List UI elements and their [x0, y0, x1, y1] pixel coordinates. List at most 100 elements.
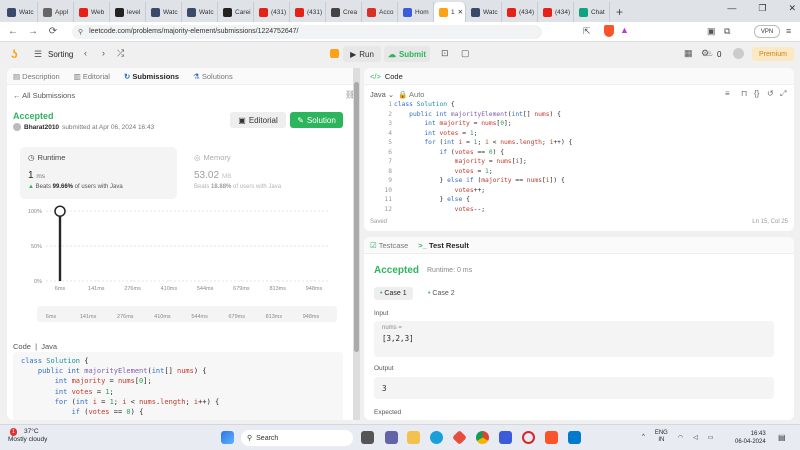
browser-tab[interactable]: Watc: [182, 2, 218, 22]
editor-code[interactable]: class Solution { public int majorityElem…: [394, 100, 572, 214]
wallet-icon[interactable]: ≡: [786, 26, 791, 36]
code-line[interactable]: votes--;: [394, 205, 572, 215]
reset-icon[interactable]: ↺: [767, 89, 774, 98]
fire-icon[interactable]: ♨: [706, 49, 713, 58]
notes-icon[interactable]: ⊡: [441, 48, 449, 59]
browser-tab[interactable]: 1 ✕: [434, 2, 466, 22]
tab-submissions[interactable]: ↻ Submissions: [124, 72, 179, 81]
volume-icon[interactable]: ◁: [693, 434, 698, 441]
code-line[interactable]: if (votes == 0) {: [394, 148, 572, 158]
chrome-icon[interactable]: [476, 431, 489, 444]
run-button[interactable]: ▶ Run: [343, 46, 381, 62]
edge-icon[interactable]: [430, 431, 443, 444]
battery-icon[interactable]: ▭: [708, 434, 714, 441]
notification-icon[interactable]: ▤: [778, 433, 786, 442]
case-2-tab[interactable]: • Case 2: [422, 287, 461, 300]
browser-tab[interactable]: (434): [502, 2, 538, 22]
solution-button[interactable]: ✎ Solution: [290, 112, 343, 128]
store-icon[interactable]: [499, 431, 512, 444]
minimize-icon[interactable]: —: [727, 3, 736, 14]
weather-widget[interactable]: 1 37°C Mostly cloudy: [8, 428, 47, 444]
code-line[interactable]: public int majorityElement(int[] nums) {: [394, 110, 572, 120]
all-submissions-link[interactable]: ← All Submissions: [13, 91, 75, 100]
brave-icon[interactable]: [545, 431, 558, 444]
close-icon[interactable]: ✕: [788, 3, 796, 14]
vpn-button[interactable]: VPN: [754, 25, 780, 38]
code-line[interactable]: int votes = 1;: [394, 129, 572, 139]
sidebar-icon[interactable]: ▣: [707, 26, 716, 37]
maximize-icon[interactable]: ❐: [758, 3, 766, 14]
editorial-button[interactable]: ▣ Editorial: [230, 112, 286, 128]
tab-solutions[interactable]: ⚗ Solutions: [193, 72, 233, 81]
submit-button[interactable]: ☁ Submit: [384, 46, 430, 62]
browser-tab[interactable]: Acco: [362, 2, 398, 22]
runtime-card[interactable]: ◷ Runtime 1 ms ▲ Beats 99.66% of users wi…: [20, 147, 177, 199]
code-line[interactable]: class Solution {: [394, 100, 572, 110]
browser-tab[interactable]: (431): [254, 2, 290, 22]
code-line[interactable]: for (int i = 1; i < nums.length; i++) {: [394, 138, 572, 148]
problem-list-label[interactable]: Sorting: [48, 50, 73, 59]
share-icon[interactable]: ⇱: [583, 26, 591, 37]
brave-shield-icon[interactable]: [604, 25, 614, 37]
chevron-up-icon[interactable]: ^: [642, 434, 645, 440]
fullscreen-icon[interactable]: ⤢: [780, 89, 786, 99]
browser-tab[interactable]: Watc: [2, 2, 38, 22]
opera-icon[interactable]: [522, 431, 535, 444]
premium-button[interactable]: Premium: [752, 47, 794, 61]
left-scrollbar[interactable]: [353, 68, 360, 420]
rewards-icon[interactable]: ▲: [620, 25, 629, 35]
language-select[interactable]: Java ⌄: [370, 90, 394, 99]
teams-icon[interactable]: [385, 431, 398, 444]
browser-tab[interactable]: Hom: [398, 2, 434, 22]
browser-tab[interactable]: Watc: [146, 2, 182, 22]
back-icon[interactable]: ←: [6, 26, 20, 37]
site-info-icon[interactable]: ⚲: [78, 28, 83, 36]
browser-tab[interactable]: Carei: [218, 2, 254, 22]
browser-tab[interactable]: Crea: [326, 2, 362, 22]
debug-icon[interactable]: [330, 49, 339, 58]
tab-testcase[interactable]: ☑ Testcase: [370, 241, 408, 250]
leetcode-logo-icon[interactable]: ʖ: [11, 47, 18, 61]
code-line[interactable]: } else {: [394, 195, 572, 205]
browser-tab[interactable]: (431): [290, 2, 326, 22]
code-line[interactable]: votes = 1;: [394, 167, 572, 177]
memory-card[interactable]: ◎ Memory 53.02 MB Beats 18.88% of users w…: [186, 147, 342, 199]
browser-tab[interactable]: Watc: [466, 2, 502, 22]
reload-icon[interactable]: ⟳: [46, 26, 60, 37]
tab-test-result[interactable]: >_ Test Result: [418, 241, 469, 250]
new-tab-icon[interactable]: +: [610, 2, 629, 22]
task-view-icon[interactable]: [361, 431, 374, 444]
url-field[interactable]: ⚲ leetcode.com/problems/majority-element…: [72, 24, 542, 39]
code-line[interactable]: majority = nums[i];: [394, 157, 572, 167]
browser-tab[interactable]: Chat: [574, 2, 610, 22]
case-1-tab[interactable]: • Case 1: [374, 287, 413, 300]
start-icon[interactable]: [221, 431, 234, 444]
extensions-icon[interactable]: ⧉: [724, 26, 730, 37]
browser-tab[interactable]: level: [110, 2, 146, 22]
layout-icon[interactable]: ▦: [684, 48, 693, 59]
prev-problem-icon[interactable]: ‹: [84, 48, 87, 58]
forward-icon[interactable]: →: [26, 26, 40, 37]
chat-icon[interactable]: ▢: [461, 48, 470, 59]
code-line[interactable]: int majority = nums[0];: [394, 119, 572, 129]
vscode-icon[interactable]: [568, 431, 581, 444]
next-problem-icon[interactable]: ›: [102, 48, 105, 58]
tab-editorial[interactable]: ▥ Editorial: [74, 72, 110, 81]
code-line[interactable]: } else if (majority == nums[i]) {: [394, 176, 572, 186]
app-icon[interactable]: [452, 430, 467, 445]
shuffle-icon[interactable]: ⤮: [117, 48, 124, 59]
browser-tab[interactable]: Appl: [38, 2, 74, 22]
browser-tab[interactable]: Web: [74, 2, 110, 22]
clock[interactable]: 16:43 06-04-2024: [735, 430, 766, 446]
close-tab-icon[interactable]: ✕: [458, 8, 463, 16]
username[interactable]: Bharat2010: [24, 124, 59, 131]
tab-description[interactable]: ▤ Description: [13, 72, 60, 81]
file-explorer-icon[interactable]: [407, 431, 420, 444]
braces-icon[interactable]: {}: [754, 89, 759, 98]
bookmark-icon[interactable]: ⊓: [741, 89, 747, 98]
taskbar-search[interactable]: ⚲ Search: [241, 430, 353, 446]
wifi-icon[interactable]: ◠: [678, 434, 683, 441]
language-indicator[interactable]: ENG IN: [655, 430, 668, 444]
auto-mode[interactable]: 🔒 Auto: [398, 90, 424, 99]
format-icon[interactable]: ≡: [725, 89, 730, 98]
